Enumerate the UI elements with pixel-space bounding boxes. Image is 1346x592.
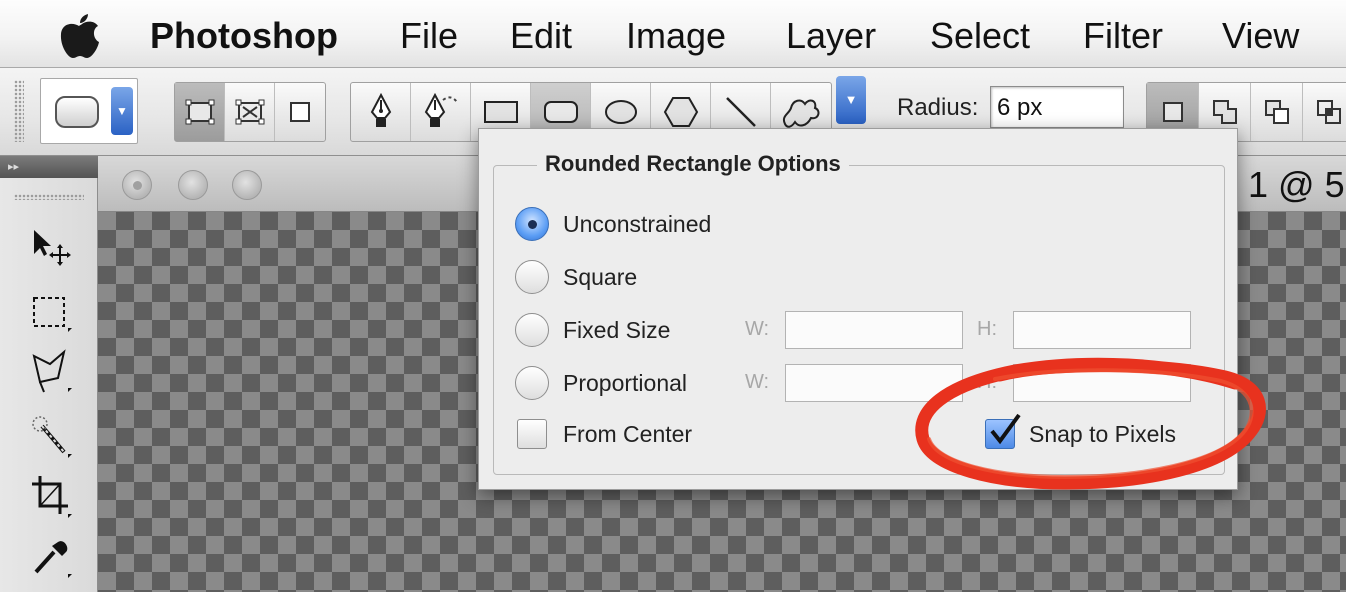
proportional-height-input[interactable] <box>1013 364 1191 402</box>
square-radio[interactable] <box>515 260 549 294</box>
radius-input[interactable]: 6 px <box>990 86 1124 128</box>
options-bar-grip[interactable] <box>14 80 24 142</box>
polygon-icon <box>663 97 698 127</box>
new-shape-icon <box>1162 102 1183 122</box>
move-tool[interactable] <box>22 220 78 272</box>
checkmark-icon <box>990 413 1021 445</box>
fill-pixels-button[interactable] <box>275 83 325 141</box>
from-center-label[interactable]: From Center <box>563 421 692 448</box>
menu-bar: Photoshop File Edit Image Layer Select F… <box>0 0 1346 68</box>
document-title: 1 @ 50 <box>1248 164 1344 205</box>
custom-shape-icon <box>782 99 820 128</box>
marquee-tool[interactable] <box>22 286 78 338</box>
intersect-shape-button[interactable] <box>1303 83 1346 141</box>
crop-tool-icon <box>32 476 72 518</box>
subtract-shape-icon <box>1264 100 1289 124</box>
polygonal-lasso-icon <box>32 349 72 393</box>
pen-tool-icon <box>370 92 391 127</box>
geometry-options-dropdown-icon[interactable]: ▼ <box>836 76 866 124</box>
proportional-radio[interactable] <box>515 366 549 400</box>
menu-app-photoshop[interactable]: Photoshop <box>150 15 338 57</box>
rounded-rectangle-options-panel: Rounded Rectangle Options Unconstrained … <box>478 128 1238 490</box>
fixed-width-input[interactable] <box>785 311 963 349</box>
eyedropper-tool[interactable] <box>22 530 78 582</box>
options-panel-title: Rounded Rectangle Options <box>537 151 849 177</box>
shape-layers-icon <box>185 99 214 125</box>
proportional-height-label: H: <box>977 371 997 393</box>
proportional-label[interactable]: Proportional <box>563 370 687 397</box>
rounded-rectangle-icon <box>543 101 578 123</box>
unconstrained-label[interactable]: Unconstrained <box>563 211 711 238</box>
eyedropper-icon <box>34 541 72 578</box>
proportional-width-label: W: <box>745 371 770 393</box>
close-window-button[interactable] <box>122 170 152 200</box>
freeform-pen-button[interactable] <box>411 83 471 141</box>
square-label[interactable]: Square <box>563 264 637 291</box>
fill-pixels-icon <box>290 102 310 122</box>
unconstrained-radio[interactable] <box>515 207 549 241</box>
rectangle-icon <box>483 101 518 123</box>
line-icon <box>725 97 756 127</box>
preset-dropdown-arrow-icon[interactable]: ▼ <box>111 87 133 135</box>
tool-preset-picker[interactable]: ▼ <box>40 78 138 144</box>
menu-image[interactable]: Image <box>626 15 726 57</box>
menu-edit[interactable]: Edit <box>510 15 572 57</box>
menu-filter[interactable]: Filter <box>1083 15 1163 57</box>
ellipse-icon <box>604 100 637 124</box>
zoom-window-button[interactable] <box>232 170 262 200</box>
add-shape-icon <box>1212 100 1237 124</box>
fixed-height-label: H: <box>977 318 997 340</box>
move-tool-icon <box>34 230 71 266</box>
lasso-tool[interactable] <box>22 346 78 398</box>
from-center-checkbox[interactable] <box>517 419 547 449</box>
apple-logo-icon[interactable] <box>54 14 104 60</box>
fixed-size-label[interactable]: Fixed Size <box>563 317 670 344</box>
fixed-height-input[interactable] <box>1013 311 1191 349</box>
radius-label: Radius: <box>897 94 979 121</box>
tools-panel: ▸▸ <box>0 156 98 592</box>
menu-select[interactable]: Select <box>930 15 1030 57</box>
snap-to-pixels-checkbox[interactable] <box>985 413 1021 449</box>
shape-layers-button[interactable] <box>175 83 225 141</box>
tools-panel-grip[interactable] <box>14 194 84 200</box>
paths-icon <box>235 99 264 125</box>
minimize-window-button[interactable] <box>178 170 208 200</box>
menu-file[interactable]: File <box>400 15 458 57</box>
snap-to-pixels-label[interactable]: Snap to Pixels <box>1029 421 1176 448</box>
tools-panel-header[interactable]: ▸▸ <box>0 156 98 178</box>
freeform-pen-icon <box>424 92 458 127</box>
crop-tool[interactable] <box>22 470 78 522</box>
marquee-tool-icon <box>33 297 72 332</box>
paths-button[interactable] <box>225 83 275 141</box>
intersect-shape-icon <box>1317 100 1341 124</box>
drawing-mode-group <box>174 82 326 142</box>
menu-view[interactable]: View <box>1222 15 1299 57</box>
fixed-size-radio[interactable] <box>515 313 549 347</box>
rounded-rectangle-preset-icon <box>55 96 99 128</box>
fixed-width-label: W: <box>745 318 770 340</box>
pen-tool-button[interactable] <box>351 83 411 141</box>
subtract-from-shape-button[interactable] <box>1251 83 1303 141</box>
menu-layer[interactable]: Layer <box>786 15 876 57</box>
proportional-width-input[interactable] <box>785 364 963 402</box>
magic-wand-tool[interactable] <box>22 410 78 462</box>
magic-wand-icon <box>32 416 72 458</box>
